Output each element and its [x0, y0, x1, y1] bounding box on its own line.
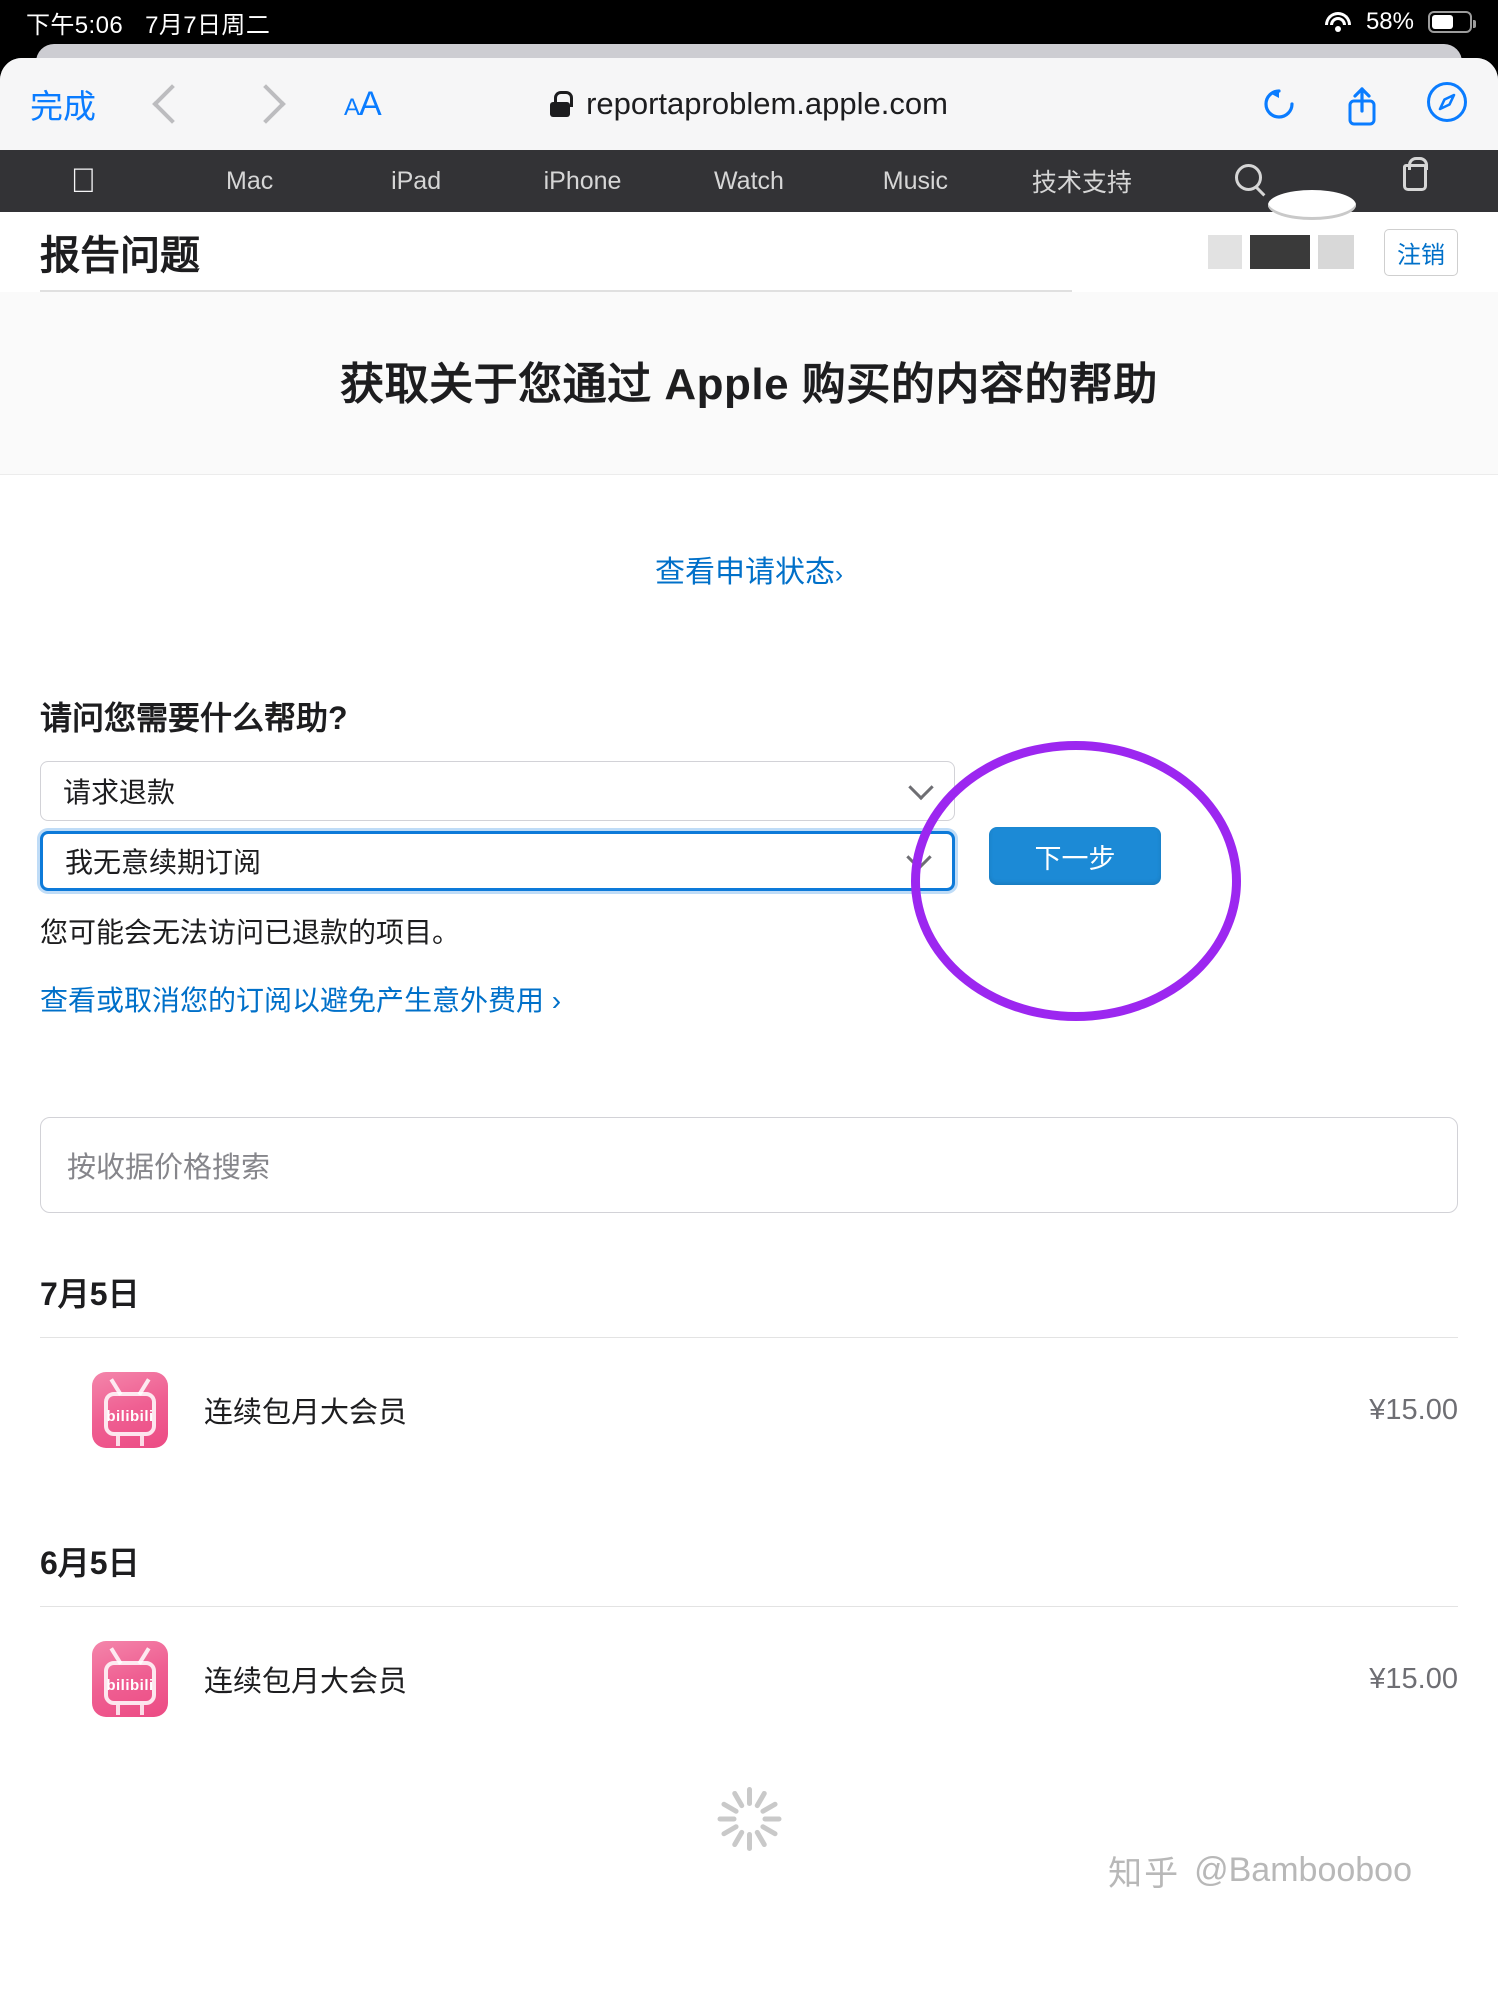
battery-percent-label: 58%: [1365, 8, 1414, 35]
status-time: 下午5:06: [26, 11, 124, 39]
list-item[interactable]: bilibili 连续包月大会员 ¥15.00: [40, 1607, 1458, 1751]
nav-item-ipad[interactable]: iPad: [333, 167, 499, 196]
apple-logo-icon[interactable]: : [0, 164, 166, 198]
ios-status-bar: 下午5:06 7月7日周二 58%: [0, 0, 1498, 44]
page-header: 报告问题 注销: [0, 190, 1498, 292]
back-icon[interactable]: [152, 84, 192, 124]
nav-item-watch[interactable]: Watch: [666, 167, 832, 196]
redacted-block: [1208, 235, 1242, 269]
list-item[interactable]: bilibili 连续包月大会员 ¥15.00: [40, 1338, 1458, 1482]
header-smudge: [1268, 190, 1356, 220]
safari-toolbar-right: [1262, 81, 1468, 128]
compass-icon[interactable]: [1426, 81, 1468, 128]
view-request-status-link[interactable]: 查看申请状态›: [40, 547, 1458, 591]
battery-icon: [1428, 11, 1476, 33]
watermark-site: 知乎: [1108, 1855, 1181, 1893]
help-question-section: 请问您需要什么帮助? 请求退款 我无意续期订阅 下一步 您可能会无法访问已退款的…: [40, 693, 1458, 1021]
status-date: 7月7日周二: [145, 11, 271, 39]
safari-browser-window: 完成 A A reportaproblem.apple.com Mac iPad…: [0, 58, 1498, 1997]
purchase-title: 连续包月大会员: [204, 1397, 408, 1429]
annotation-circle: [911, 741, 1241, 1021]
bilibili-app-icon: bilibili: [92, 1641, 168, 1717]
search-icon: [1234, 164, 1262, 191]
bilibili-icon-text: bilibili: [106, 1677, 154, 1694]
page-title: 报告问题: [40, 234, 200, 278]
help-selects: 请求退款 我无意续期订阅: [40, 761, 955, 891]
refund-hint-text: 您可能会无法访问已退款的项目。: [40, 917, 461, 948]
text-size-button[interactable]: A A: [344, 84, 382, 124]
page-content: 查看申请状态› 请问您需要什么帮助? 请求退款 我无意续期订阅 下一步 您可能会…: [0, 547, 1498, 1901]
page-footer: 知乎 @Bambooboo: [40, 1751, 1458, 1901]
shopping-bag-icon: [1402, 157, 1428, 191]
forward-icon[interactable]: [246, 84, 286, 124]
search-placeholder: 按收据价格搜索: [67, 1152, 271, 1184]
done-button[interactable]: 完成: [30, 80, 132, 128]
account-area: 注销: [1208, 228, 1458, 276]
issue-type-value: 请求退款: [63, 777, 176, 808]
bilibili-app-icon: bilibili: [92, 1372, 168, 1448]
device-screen: 下午5:06 7月7日周二 58% 完成 A A reportaproblem.…: [0, 0, 1498, 1997]
bilibili-icon-text: bilibili: [106, 1408, 154, 1425]
nav-item-iphone[interactable]: iPhone: [499, 167, 665, 196]
nav-item-music[interactable]: Music: [832, 167, 998, 196]
manage-subscriptions-link[interactable]: 查看或取消您的订阅以避免产生意外费用 ›: [40, 979, 1458, 1019]
loading-spinner-icon: [717, 1787, 781, 1851]
purchase-date-label: 6月5日: [40, 1545, 140, 1581]
safari-toolbar: 完成 A A reportaproblem.apple.com: [0, 58, 1498, 150]
text-size-small-a: A: [344, 93, 360, 121]
watermark: 知乎 @Bambooboo: [1108, 1846, 1412, 1895]
next-button-wrap: 下一步: [911, 741, 1241, 1021]
redacted-block: [1250, 235, 1310, 269]
text-size-large-a: A: [359, 84, 382, 123]
status-bar-left: 下午5:06 7月7日周二: [26, 5, 270, 40]
issue-type-select[interactable]: 请求退款: [40, 761, 955, 821]
hero-title: 获取关于您通过 Apple 购买的内容的帮助: [340, 360, 1158, 409]
issue-reason-value: 我无意续期订阅: [65, 847, 262, 878]
share-icon[interactable]: [1346, 86, 1376, 126]
chevron-right-icon: ›: [835, 561, 843, 588]
help-question-label: 请问您需要什么帮助?: [40, 700, 348, 736]
url-text: reportaproblem.apple.com: [586, 86, 948, 121]
status-bar-right: 58%: [1324, 8, 1476, 36]
header-divider: [40, 290, 1072, 292]
reload-icon[interactable]: [1262, 87, 1296, 121]
nav-item-support[interactable]: 技术支持: [999, 163, 1165, 199]
purchase-group: 7月5日 bilibili 连续包月大会员 ¥15.00: [40, 1269, 1458, 1482]
chevron-down-icon: [908, 774, 934, 801]
nav-bag-button[interactable]: [1332, 157, 1498, 198]
issue-reason-select[interactable]: 我无意续期订阅: [40, 831, 955, 891]
purchase-group: 6月5日 bilibili 连续包月大会员 ¥15.00: [40, 1538, 1458, 1751]
lock-icon: [550, 91, 573, 117]
purchase-title: 连续包月大会员: [204, 1666, 408, 1698]
nav-item-mac[interactable]: Mac: [166, 167, 332, 196]
watermark-user: @Bambooboo: [1194, 1851, 1412, 1889]
purchase-price: ¥15.00: [1369, 1662, 1458, 1695]
redacted-block: [1318, 235, 1354, 269]
purchase-price: ¥15.00: [1369, 1393, 1458, 1426]
wifi-icon: [1324, 12, 1352, 32]
view-request-status-label: 查看申请状态: [655, 556, 835, 589]
hero-banner: 获取关于您通过 Apple 购买的内容的帮助: [0, 292, 1498, 475]
help-form-row: 请求退款 我无意续期订阅 下一步: [40, 741, 1458, 1021]
signout-button[interactable]: 注销: [1384, 228, 1458, 276]
purchase-date-label: 7月5日: [40, 1276, 140, 1312]
search-input[interactable]: 按收据价格搜索: [40, 1117, 1458, 1213]
